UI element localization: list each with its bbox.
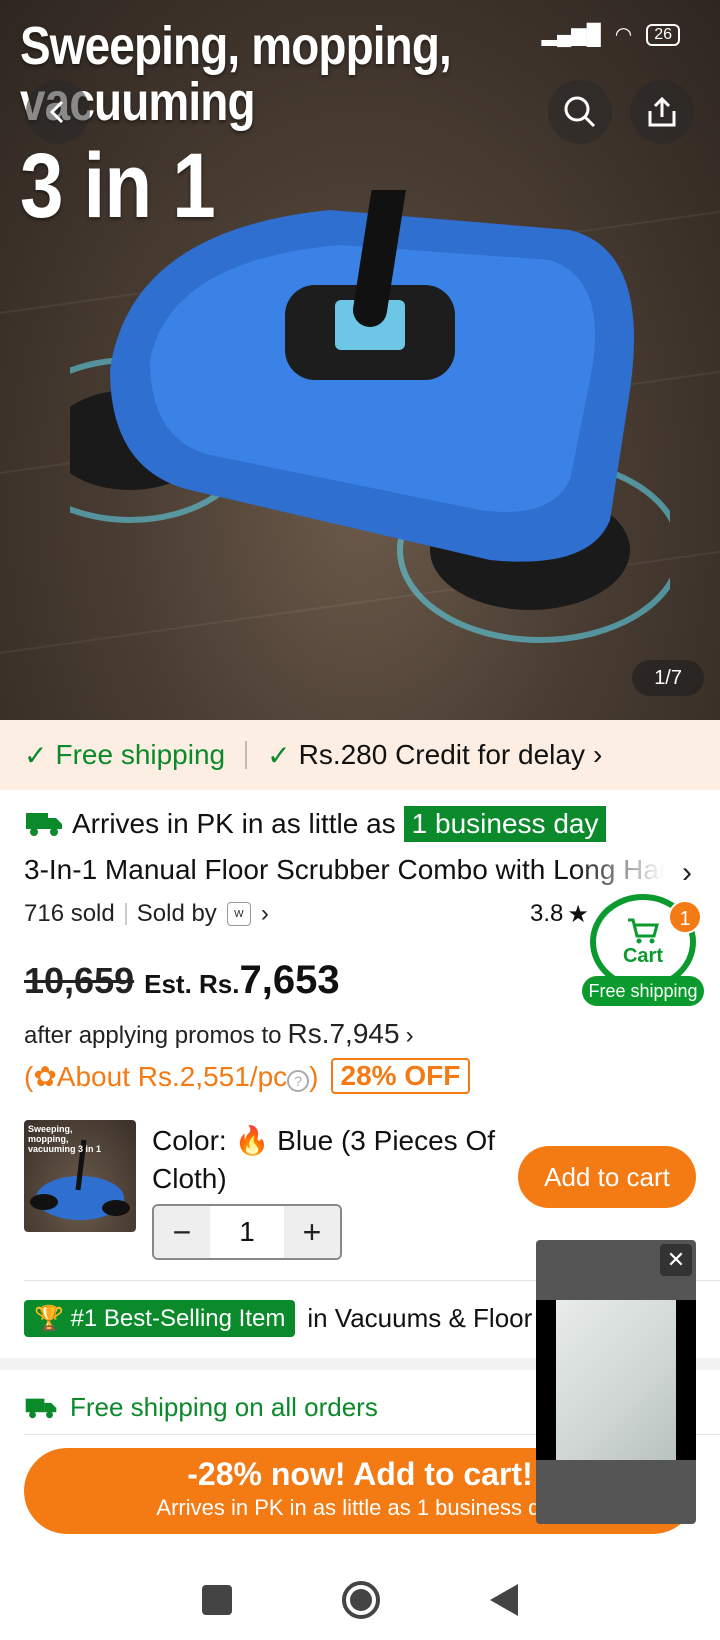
product-title[interactable]: 3-In-1 Manual Floor Scrubber Combo with … (24, 854, 664, 886)
free-shipping-label: Free shipping (55, 739, 226, 770)
divider (124, 903, 127, 925)
credit-for-delay-link[interactable]: ✓ Rs.280 Credit for delay › (267, 739, 602, 772)
arrives-text: Arrives in PK in as little as (72, 808, 396, 839)
help-icon[interactable]: ? (287, 1069, 310, 1092)
thumb-caption: Sweeping, mopping, vacuuming 3 in 1 (28, 1124, 102, 1154)
best-selling-row[interactable]: 🏆 #1 Best-Selling Item in Vacuums & Floo… (24, 1300, 596, 1337)
sweeper-product-image (70, 190, 670, 643)
chevron-right-icon: › (592, 739, 603, 770)
promo-price-link[interactable]: after applying promos to Rs.7,945 › (24, 1018, 414, 1050)
back-button[interactable] (26, 80, 90, 144)
back-triangle-icon[interactable] (490, 1584, 518, 1616)
free-shipping-all-orders[interactable]: Free shipping on all orders (24, 1392, 378, 1423)
seller-logo-icon[interactable]: W (226, 902, 251, 926)
quantity-stepper[interactable]: − 1 + (152, 1204, 342, 1260)
product-image-carousel[interactable]: Sweeping, mopping, vacuuming 3 in 1 ▂▄▆█… (0, 0, 720, 720)
rating-value: 3.8 (530, 900, 564, 927)
cart-label: Cart (622, 944, 663, 967)
check-icon: ✓ (267, 739, 291, 771)
status-bar: ▂▄▆█ ◠ 26 (542, 22, 680, 47)
floating-cart-button[interactable]: Cart 1 Free shipping (582, 894, 704, 1006)
increase-quantity-button[interactable]: + (284, 1206, 340, 1258)
best-selling-label: #1 Best-Selling Item (70, 1305, 286, 1332)
wifi-icon: ◠ (614, 24, 633, 46)
shipping-strip[interactable]: ✓ Free shipping ✓ Rs.280 Credit for dela… (0, 720, 720, 790)
search-icon (564, 96, 596, 128)
decrease-quantity-button[interactable]: − (154, 1206, 210, 1258)
signal-icon: ▂▄▆█ (541, 24, 601, 46)
add-to-cart-button[interactable]: Add to cart (518, 1146, 696, 1208)
color-label: Color: (152, 1125, 227, 1156)
chevron-right-icon[interactable]: › (682, 856, 692, 890)
home-icon[interactable] (342, 1581, 380, 1619)
chevron-right-icon[interactable]: › (261, 900, 269, 928)
floating-video-player[interactable]: ✕ (536, 1240, 696, 1524)
best-selling-tag: 🏆 #1 Best-Selling Item (24, 1300, 296, 1337)
credit-label: Rs.280 Credit for delay (298, 739, 585, 770)
share-icon (648, 96, 676, 127)
promo-prefix: after applying promos to (24, 1022, 282, 1049)
cart-free-shipping: Free shipping (582, 976, 704, 1006)
product-rating[interactable]: 3.8 ★ (530, 900, 589, 929)
unit-price-text: About Rs.2,551/pc (56, 1060, 288, 1092)
sold-by-label: Sold by (136, 900, 217, 927)
search-button[interactable] (548, 80, 612, 144)
divider (245, 741, 248, 769)
check-icon: ✓ (24, 739, 48, 771)
image-counter: 1/7 (632, 660, 704, 696)
variant-thumbnail[interactable]: Sweeping, mopping, vacuuming 3 in 1 (24, 1120, 136, 1232)
cart-count-badge: 1 (668, 900, 702, 934)
video-content (556, 1300, 676, 1460)
sales-meta: 716 sold Sold by W › (24, 900, 269, 928)
share-button[interactable] (630, 80, 694, 144)
piece-icon: ✿ (33, 1060, 57, 1092)
sold-count: 716 sold (24, 900, 115, 927)
video-frame[interactable] (536, 1300, 696, 1460)
chevron-right-icon: › (405, 1022, 414, 1049)
recents-icon[interactable] (202, 1585, 232, 1615)
variant-color-label: Color: 🔥 Blue (3 Pieces Of Cloth) (152, 1122, 512, 1198)
truck-icon (25, 1398, 57, 1418)
unit-price-line: (✿About Rs.2,551/pc?) 28% OFF (24, 1058, 471, 1094)
free-all-label: Free shipping on all orders (70, 1392, 378, 1422)
original-price: 10,659 (24, 960, 135, 1001)
delivery-estimate: Arrives in PK in as little as 1 business… (24, 806, 607, 842)
system-nav-bar (0, 1560, 720, 1640)
hero-title-line1: Sweeping, mopping, (20, 16, 452, 76)
hero-title-line3: 3 in 1 (20, 135, 216, 237)
close-icon[interactable]: ✕ (660, 1244, 692, 1276)
current-price: 7,653 (239, 958, 340, 1002)
truck-icon (26, 813, 62, 836)
chevron-left-icon (49, 100, 64, 124)
trophy-icon: 🏆 (34, 1305, 64, 1332)
discount-badge: 28% OFF (330, 1058, 471, 1094)
cart-icon (628, 918, 659, 943)
unit-price: (✿About Rs.2,551/pc?) (24, 1060, 319, 1092)
flame-icon: 🔥 (234, 1125, 270, 1156)
business-day-badge: 1 business day (403, 806, 607, 842)
quantity-value[interactable]: 1 (210, 1216, 284, 1248)
price-row: 10,659 Est. Rs. 7,653 (24, 958, 340, 1003)
estimated-label: Est. Rs. (144, 969, 240, 999)
promo-amount: Rs.7,945 (287, 1018, 400, 1049)
free-shipping-info: ✓ Free shipping (24, 739, 225, 772)
battery-icon: 26 (646, 23, 680, 46)
